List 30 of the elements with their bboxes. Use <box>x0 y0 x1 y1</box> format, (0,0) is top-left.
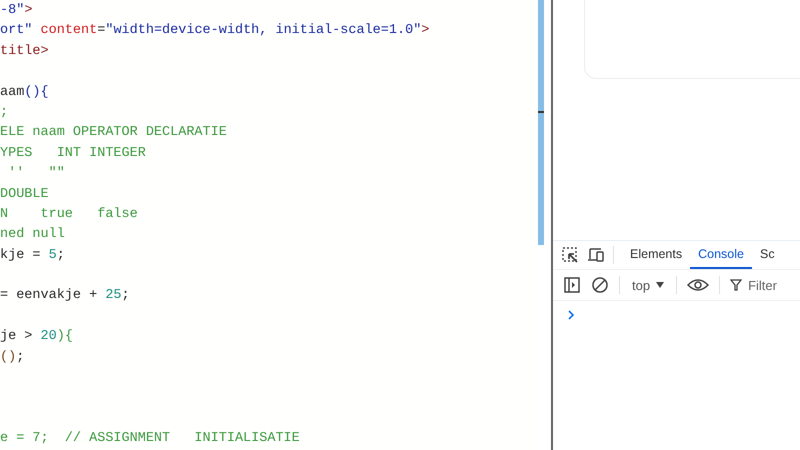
devtools-tab[interactable]: Sc <box>752 241 783 269</box>
code-line: ; <box>0 104 8 120</box>
code-line: title> <box>0 44 49 59</box>
code-line: DOUBLE <box>0 186 49 202</box>
code-line: '' "" <box>7 166 65 182</box>
code-line: = eenvakje + 25; <box>0 288 130 304</box>
caret-icon <box>656 282 664 288</box>
code-line: kje = 5; <box>0 248 65 263</box>
code-line: ELE naam OPERATOR DECLARATIE <box>0 125 227 140</box>
code-line: ort" content="width=device-width, initial-scale=1.0"> <box>0 23 430 38</box>
code-line: je > 20){ <box>0 329 73 344</box>
code-line: (); <box>0 350 24 365</box>
sidebar-icon[interactable] <box>563 276 581 294</box>
device-icon[interactable] <box>587 246 605 264</box>
code-line: -8"> <box>0 3 32 18</box>
devtools-tab[interactable]: Console <box>690 241 752 269</box>
context-dropdown[interactable]: top <box>630 278 666 292</box>
inspect-icon[interactable] <box>561 246 579 264</box>
clear-icon[interactable] <box>591 276 609 294</box>
eye-icon[interactable] <box>687 278 710 292</box>
filter-field[interactable]: Filter <box>748 278 800 292</box>
code-line: e = 7; // ASSIGNMENT INITIALISATIE <box>0 431 300 446</box>
code-line: ned null <box>0 227 65 242</box>
filter-icon <box>730 279 742 291</box>
code-line: YPES INT INTEGER <box>0 146 146 161</box>
prompt-chevron-icon <box>567 310 575 320</box>
scrollbar[interactable] <box>538 0 544 245</box>
code-line: aam(){ <box>0 84 49 100</box>
code-line: N true false <box>0 206 138 222</box>
devtools-tab[interactable]: Elements <box>622 241 690 269</box>
